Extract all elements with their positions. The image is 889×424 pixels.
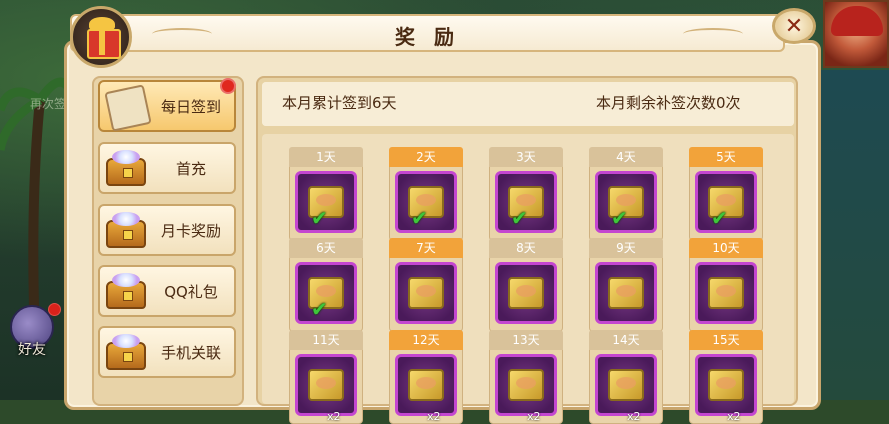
- treasure-chest-icon: [104, 210, 148, 252]
- day-reward-cell[interactable]: 9天: [589, 238, 663, 332]
- background-text: 再次签: [30, 97, 67, 111]
- scroll-icon: [104, 84, 152, 132]
- day-label: 10天: [689, 238, 763, 258]
- makeup-remaining-count: 本月剩余补签次数0次: [596, 94, 741, 112]
- reward-quantity: x2: [427, 410, 441, 423]
- dialog-titlebar: 奖 励: [70, 14, 785, 52]
- day-reward-cell[interactable]: 3天 ✔: [489, 147, 563, 241]
- notification-badge: [220, 78, 236, 94]
- checkmark-icon: ✔: [611, 206, 628, 230]
- day-reward-cell[interactable]: 2天 ✔: [389, 147, 463, 241]
- treasure-chest-icon: [104, 332, 148, 374]
- tab-label: 每日签到: [160, 98, 221, 116]
- day-reward-cell[interactable]: 14天 x2: [589, 330, 663, 424]
- checkmark-icon: ✔: [711, 206, 728, 230]
- reward-quantity: x2: [627, 410, 641, 423]
- day-reward-cell[interactable]: 7天: [389, 238, 463, 332]
- day-label: 6天: [289, 238, 363, 258]
- day-label: 12天: [389, 330, 463, 350]
- checkmark-icon: ✔: [311, 297, 328, 321]
- scroll-ornament-right: [683, 28, 743, 40]
- tab-qq-gift[interactable]: QQ礼包: [98, 265, 236, 317]
- tab-monthly-card[interactable]: 月卡奖励: [98, 204, 236, 256]
- day-reward-cell[interactable]: 5天 ✔: [689, 147, 763, 241]
- day-reward-cell[interactable]: 13天 x2: [489, 330, 563, 424]
- day-reward-cell[interactable]: 15天 x2: [689, 330, 763, 424]
- friend-button[interactable]: 好友: [8, 303, 61, 365]
- day-reward-cell[interactable]: 11天 x2: [289, 330, 363, 424]
- tab-label: 手机关联: [160, 344, 221, 362]
- day-label: 15天: [689, 330, 763, 350]
- day-label: 7天: [389, 238, 463, 258]
- tab-daily-signin[interactable]: 每日签到: [98, 80, 236, 132]
- day-reward-cell[interactable]: 4天 ✔: [589, 147, 663, 241]
- day-label: 8天: [489, 238, 563, 258]
- checkmark-icon: ✔: [311, 206, 328, 230]
- day-reward-cell[interactable]: 1天 ✔: [289, 147, 363, 241]
- background-right-strip: [815, 70, 889, 400]
- day-label: 4天: [589, 147, 663, 167]
- day-label: 14天: [589, 330, 663, 350]
- monthly-signin-count: 本月累计签到6天: [282, 94, 397, 112]
- reward-quantity: x2: [527, 410, 541, 423]
- scroll-reward-icon: [495, 262, 557, 324]
- day-label: 1天: [289, 147, 363, 167]
- scroll-reward-icon: [595, 262, 657, 324]
- day-label: 2天: [389, 147, 463, 167]
- day-label: 3天: [489, 147, 563, 167]
- scroll-reward-icon: [695, 262, 757, 324]
- treasure-chest-icon: [104, 148, 148, 190]
- reward-quantity: x2: [327, 410, 341, 423]
- tab-label: 月卡奖励: [160, 222, 221, 240]
- close-icon: ✕: [784, 13, 804, 39]
- tab-phone-link[interactable]: 手机关联: [98, 326, 236, 378]
- day-reward-cell[interactable]: 12天 x2: [389, 330, 463, 424]
- day-label: 11天: [289, 330, 363, 350]
- checkmark-icon: ✔: [511, 206, 528, 230]
- reward-quantity: x2: [727, 410, 741, 423]
- day-label: 5天: [689, 147, 763, 167]
- tab-label: QQ礼包: [164, 283, 218, 301]
- notification-dot: [48, 303, 61, 316]
- day-label: 13天: [489, 330, 563, 350]
- scroll-reward-icon: [395, 354, 457, 416]
- scroll-reward-icon: [395, 262, 457, 324]
- day-reward-cell[interactable]: 6天 ✔: [289, 238, 363, 332]
- gift-box-icon: [70, 6, 132, 68]
- day-reward-cell[interactable]: 10天: [689, 238, 763, 332]
- day-label: 9天: [589, 238, 663, 258]
- scroll-reward-icon: [495, 354, 557, 416]
- dialog-title: 奖 励: [395, 25, 460, 49]
- tab-first-recharge[interactable]: 首充: [98, 142, 236, 194]
- scroll-reward-icon: [695, 354, 757, 416]
- palm-tree-decoration: [0, 77, 70, 340]
- checkmark-icon: ✔: [411, 206, 428, 230]
- day-reward-cell[interactable]: 8天: [489, 238, 563, 332]
- treasure-chest-icon: [104, 271, 148, 313]
- scroll-reward-icon: [295, 354, 357, 416]
- player-avatar[interactable]: [823, 0, 889, 68]
- close-button[interactable]: ✕: [772, 8, 816, 44]
- scroll-reward-icon: [595, 354, 657, 416]
- tab-label: 首充: [175, 160, 206, 178]
- friend-label: 好友: [18, 342, 46, 358]
